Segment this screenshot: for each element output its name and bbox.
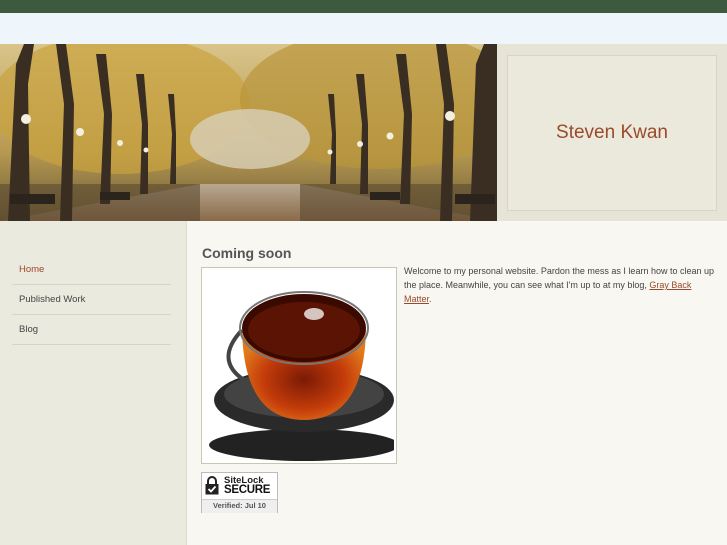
sitelock-secure: SECURE	[224, 484, 271, 496]
header-band	[0, 13, 727, 44]
intro-paragraph: Welcome to my personal website. Pardon t…	[404, 264, 716, 306]
nav-item-blog[interactable]: Blog	[12, 315, 171, 345]
page-heading: Coming soon	[202, 245, 292, 261]
sitelock-verified: Verified: Jul 10	[202, 499, 277, 513]
title-panel: Steven Kwan	[497, 44, 727, 221]
sitelock-badge[interactable]: SiteLock SECURE Verified: Jul 10	[201, 472, 278, 513]
site-title[interactable]: Steven Kwan	[556, 122, 668, 144]
intro-end: .	[429, 294, 432, 304]
title-box: Steven Kwan	[507, 55, 717, 211]
header-banner-image	[0, 44, 497, 221]
nav-item-published-work[interactable]: Published Work	[12, 285, 171, 315]
tea-cup-photo	[201, 267, 397, 464]
top-bar	[0, 0, 727, 13]
sitelock-badge-top: SiteLock SECURE	[202, 473, 277, 499]
main-content: Coming soon Welcome to my personal websi…	[187, 221, 727, 545]
sidebar: Home Published Work Blog	[0, 221, 187, 545]
padlock-check-icon	[205, 476, 219, 495]
main-nav: Home Published Work Blog	[12, 255, 171, 345]
nav-item-home[interactable]: Home	[12, 255, 171, 285]
